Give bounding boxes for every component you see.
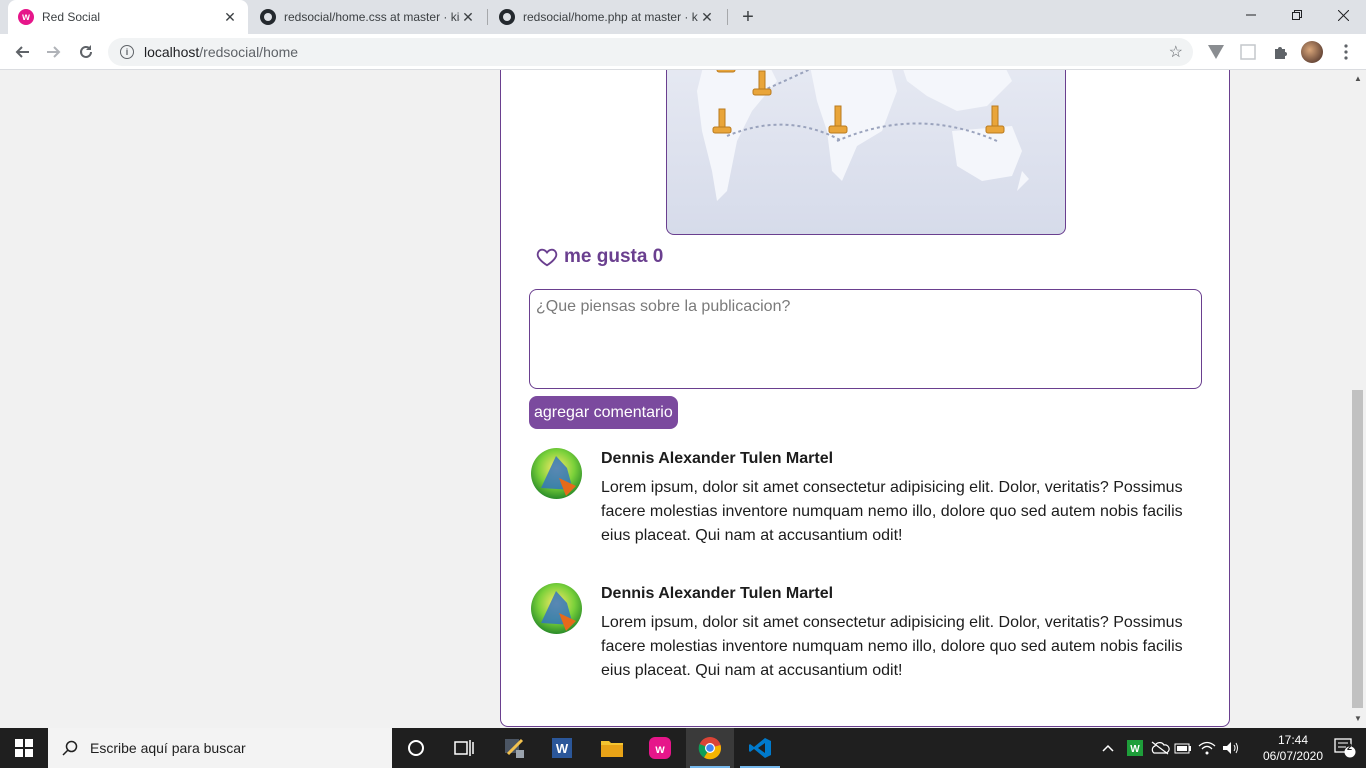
url-host: localhost (144, 44, 200, 60)
windows-start-icon[interactable] (0, 728, 48, 768)
github-favicon-icon (499, 9, 515, 25)
windows-taskbar: Escribe aquí para buscar W w W 17:44 06/… (0, 728, 1366, 768)
world-map-illustration (697, 70, 1029, 201)
clock-time: 17:44 (1277, 733, 1309, 747)
tab-separator (487, 9, 488, 25)
new-tab-button[interactable]: + (736, 5, 760, 29)
minimize-icon[interactable] (1228, 0, 1274, 30)
svg-text:W: W (556, 741, 569, 756)
comment-avatar[interactable] (531, 448, 582, 499)
svg-text:W: W (1130, 744, 1140, 755)
heart-icon (536, 248, 558, 267)
tab-title: redsocial/home.php at master · k (523, 10, 698, 24)
tab-red-social[interactable]: w Red Social ✕ (8, 0, 248, 34)
bookmark-star-icon[interactable]: ☆ (1169, 42, 1183, 62)
comment-author[interactable]: Dennis Alexander Tulen Martel (601, 450, 833, 468)
cortana-icon[interactable] (392, 728, 440, 768)
scroll-down-arrow-icon[interactable]: ▼ (1353, 714, 1363, 724)
comment-text: Lorem ipsum, dolor sit amet consectetur … (601, 614, 1183, 679)
comment-textarea[interactable] (529, 289, 1202, 389)
url-text: localhost/redsocial/home (144, 44, 298, 60)
notifications-icon[interactable]: 2 (1324, 728, 1366, 768)
tab-home-php[interactable]: redsocial/home.php at master · k ✕ (489, 0, 725, 34)
task-view-icon[interactable] (440, 728, 488, 768)
battery-icon[interactable] (1174, 728, 1192, 768)
forward-arrow-icon[interactable] (42, 40, 66, 64)
profile-avatar[interactable] (1301, 41, 1323, 63)
word-icon[interactable]: W (538, 728, 586, 768)
comment-item: Dennis Alexander Tulen Martel Lorem ipsu… (531, 583, 1191, 693)
red-social-favicon-icon: w (18, 9, 34, 25)
taskbar-clock[interactable]: 17:44 06/07/2020 (1262, 732, 1324, 764)
scrollbar-thumb[interactable] (1352, 390, 1363, 708)
taskbar-search-box[interactable]: Escribe aquí para buscar (48, 728, 392, 768)
close-tab-icon[interactable]: ✕ (222, 9, 238, 25)
address-bar[interactable]: i localhost/redsocial/home ☆ (108, 38, 1193, 66)
post-card: me gusta 0 agregar comentario Dennis Ale… (500, 70, 1230, 727)
browser-tab-bar: w Red Social ✕ redsocial/home.css at mas… (0, 0, 1366, 34)
github-favicon-icon (260, 9, 276, 25)
chrome-taskbar-icon[interactable] (686, 728, 734, 768)
close-tab-icon[interactable]: ✕ (699, 9, 715, 25)
post-image (666, 70, 1066, 235)
site-info-icon[interactable]: i (120, 45, 134, 59)
comment-item: Dennis Alexander Tulen Martel Lorem ipsu… (531, 448, 1191, 558)
restore-icon[interactable] (1274, 0, 1320, 30)
extensions-puzzle-icon[interactable] (1270, 42, 1290, 62)
tab-separator (727, 9, 728, 25)
page-viewport: me gusta 0 agregar comentario Dennis Ale… (0, 70, 1350, 728)
like-count-label: me gusta 0 (564, 246, 664, 267)
window-close-icon[interactable] (1320, 0, 1366, 30)
extension-vuetify-icon[interactable] (1206, 42, 1226, 62)
tray-expand-icon[interactable] (1102, 728, 1114, 768)
notification-count: 2 (1347, 742, 1353, 752)
wamp-server-icon[interactable]: w (636, 728, 684, 768)
file-explorer-icon[interactable] (588, 728, 636, 768)
vscode-icon[interactable] (736, 728, 784, 768)
like-button[interactable]: me gusta 0 (536, 246, 663, 268)
tab-home-css[interactable]: redsocial/home.css at master · kis ✕ (250, 0, 486, 34)
close-tab-icon[interactable]: ✕ (460, 9, 476, 25)
comment-avatar[interactable] (531, 583, 582, 634)
scroll-up-arrow-icon[interactable]: ▲ (1353, 74, 1363, 84)
add-comment-button[interactable]: agregar comentario (529, 396, 678, 429)
onedrive-icon[interactable] (1150, 728, 1170, 768)
page-scrollbar[interactable]: ▲ ▼ (1350, 70, 1366, 728)
menu-kebab-icon[interactable] (1336, 42, 1356, 62)
wamp-tray-icon[interactable]: W (1126, 728, 1144, 768)
search-icon (62, 740, 78, 756)
settings-tools-icon[interactable] (490, 728, 538, 768)
back-arrow-icon[interactable] (10, 40, 34, 64)
comment-text: Lorem ipsum, dolor sit amet consectetur … (601, 479, 1183, 544)
wifi-icon[interactable] (1198, 728, 1216, 768)
volume-icon[interactable] (1222, 728, 1240, 768)
search-placeholder: Escribe aquí para buscar (90, 740, 246, 756)
extension-box-icon[interactable] (1238, 42, 1258, 62)
tab-title: Red Social (42, 10, 101, 24)
svg-text:w: w (654, 742, 665, 756)
comment-author[interactable]: Dennis Alexander Tulen Martel (601, 585, 833, 603)
clock-date: 06/07/2020 (1262, 749, 1324, 763)
browser-toolbar: i localhost/redsocial/home ☆ (0, 34, 1366, 70)
tab-title: redsocial/home.css at master · kis (284, 10, 460, 24)
url-path: /redsocial/home (199, 44, 299, 60)
reload-icon[interactable] (74, 40, 98, 64)
